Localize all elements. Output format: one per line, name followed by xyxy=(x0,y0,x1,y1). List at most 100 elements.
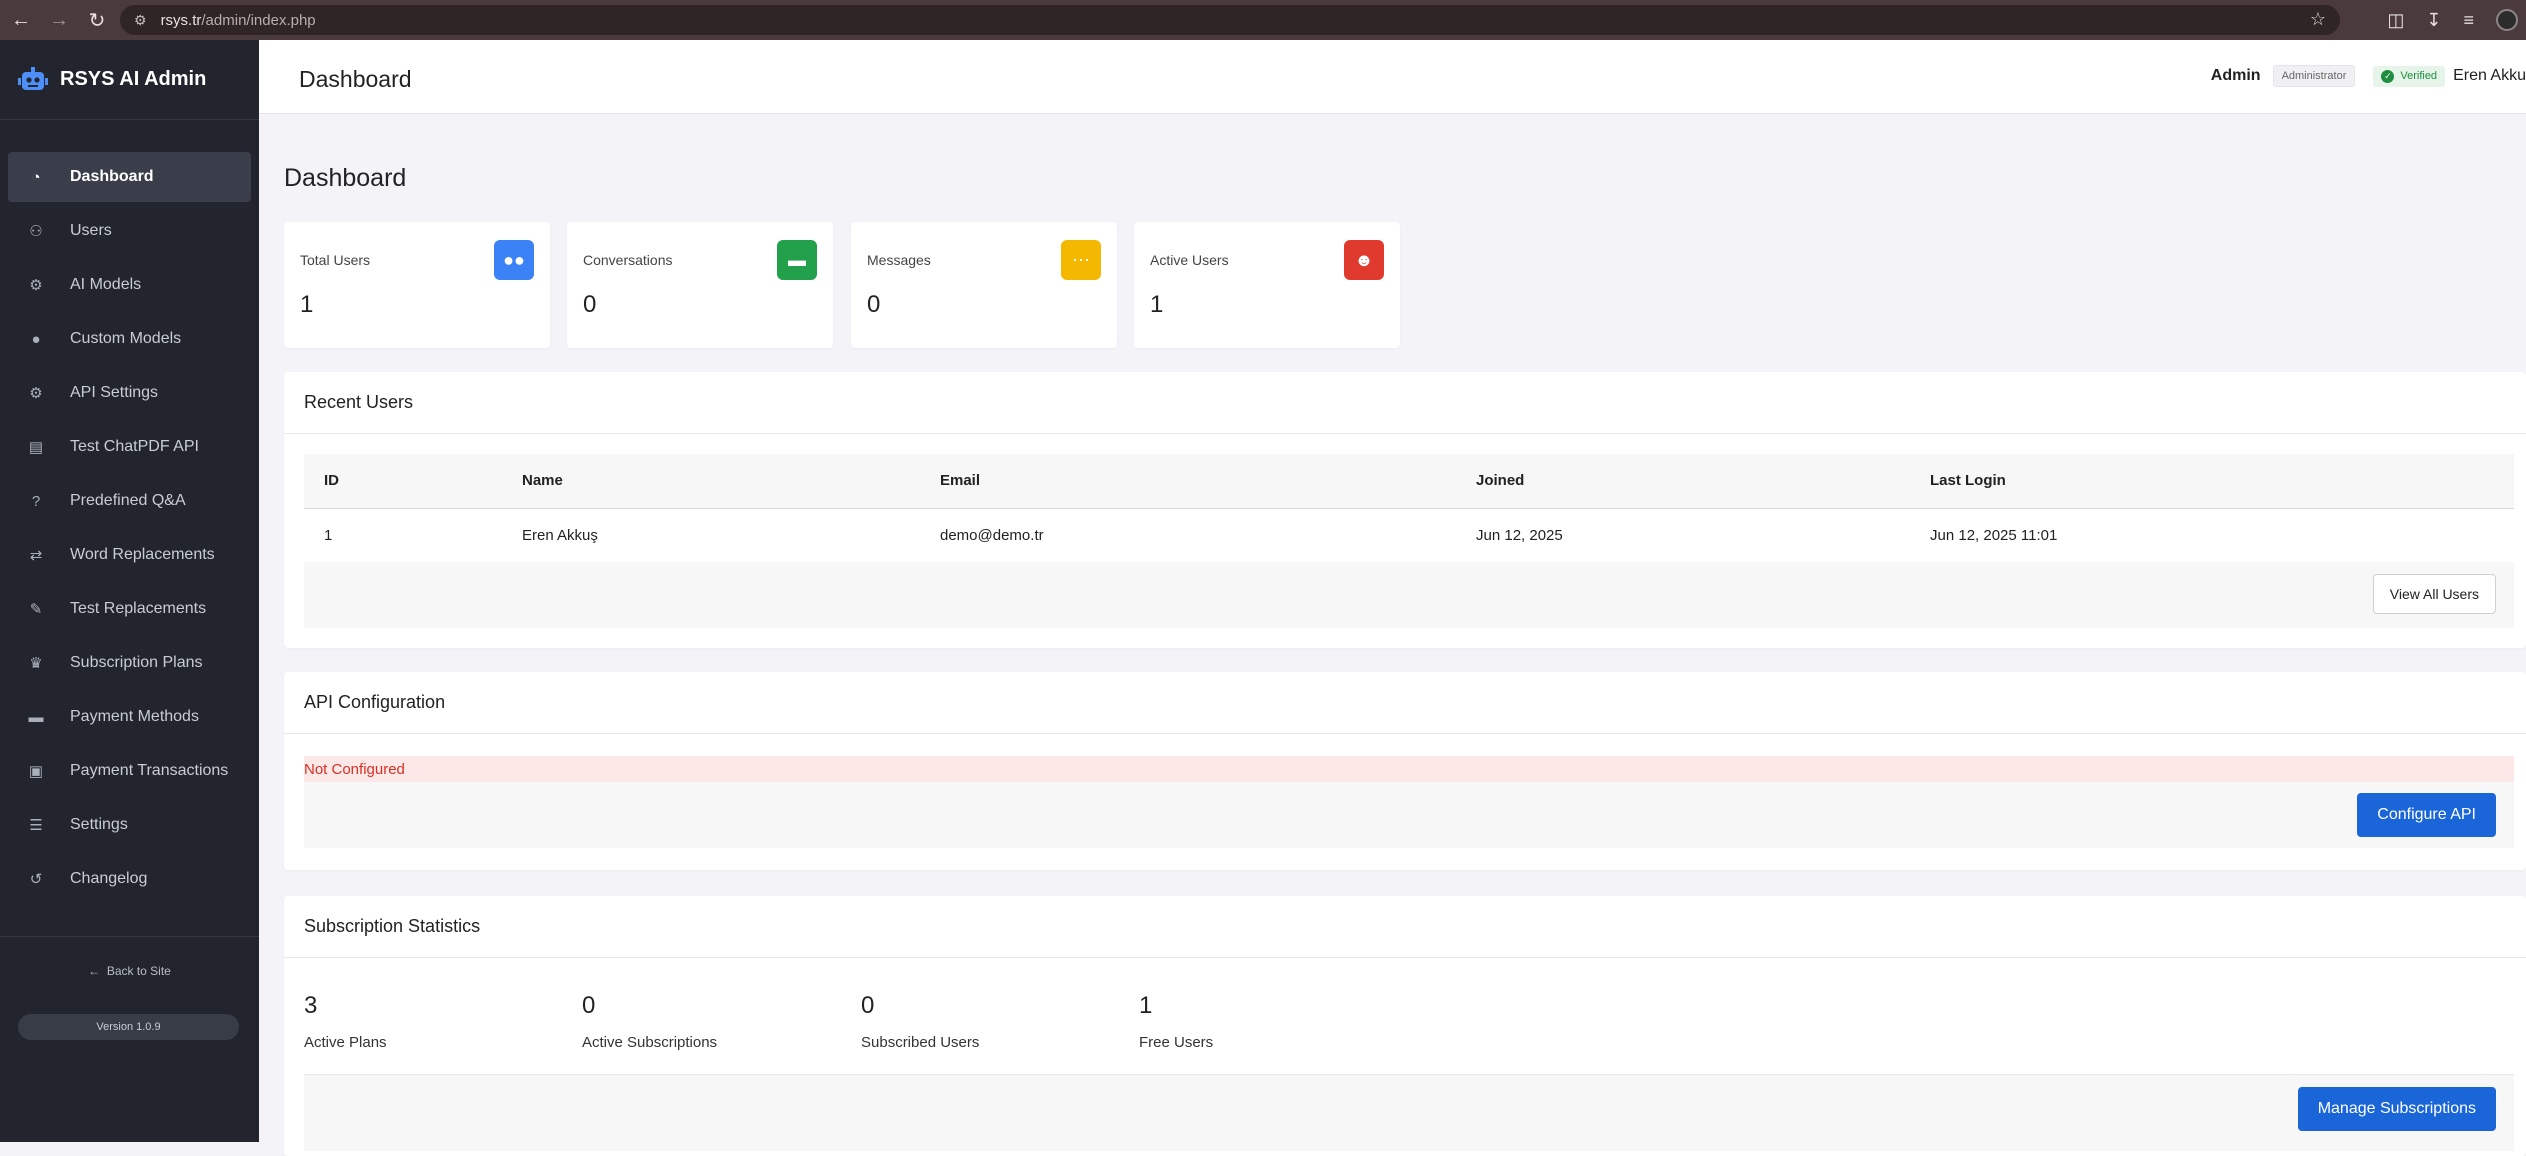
extensions-icon[interactable]: ◫ xyxy=(2387,10,2404,31)
stat-label: Total Users xyxy=(300,252,371,268)
configure-api-button[interactable]: Configure API xyxy=(2357,793,2496,837)
sub-stat-value: 0 xyxy=(861,992,875,1019)
bookmark-star-icon[interactable]: ☆ xyxy=(2310,9,2326,30)
verified-badge: ✓ Verified xyxy=(2373,65,2446,87)
address-bar[interactable]: ⚙ rsys.tr/admin/index.php ☆ xyxy=(120,5,2340,35)
sidebar-item-label: Changelog xyxy=(70,870,148,887)
api-configuration-panel: API Configuration Not Configured Configu… xyxy=(284,672,2526,870)
sidebar-item-custom-models[interactable]: ● Custom Models xyxy=(8,314,251,364)
sidebar-item-changelog[interactable]: ↺ Changelog xyxy=(8,854,251,904)
reading-list-icon[interactable]: ≡ xyxy=(2463,10,2474,31)
sidebar-item-dashboard[interactable]: ◔ Dashboard xyxy=(8,152,251,202)
url-text: rsys.tr/admin/index.php xyxy=(160,11,316,29)
stat-value: 1 xyxy=(1150,291,1164,318)
sub-stat-subscribed-users: 0 Subscribed Users xyxy=(861,992,979,1051)
stat-label: Conversations xyxy=(583,252,673,268)
api-status-alert: Not Configured xyxy=(304,756,2514,782)
profile-avatar[interactable] xyxy=(2496,9,2518,31)
sidebar-item-users[interactable]: ⚇ Users xyxy=(8,206,251,256)
pencil-icon: ✎ xyxy=(29,601,43,618)
sliders-icon: ☰ xyxy=(29,817,43,834)
version-badge: Version 1.0.9 xyxy=(18,1014,239,1040)
sub-stat-label: Active Subscriptions xyxy=(582,1034,718,1051)
sidebar-item-label: API Settings xyxy=(70,384,159,401)
sidebar-item-payment-methods[interactable]: ▬ Payment Methods xyxy=(8,692,251,742)
table-cell: Eren Akkuş xyxy=(502,508,920,563)
sub-stat-value: 1 xyxy=(1139,992,1153,1019)
stat-card-total-users: Total Users 1 ●● xyxy=(284,222,550,348)
sidebar-item-label: Test ChatPDF API xyxy=(70,438,199,455)
credit-card-icon: ▬ xyxy=(28,708,44,726)
sidebar-item-settings[interactable]: ☰ Settings xyxy=(8,800,251,850)
stat-value: 1 xyxy=(300,291,314,318)
sidebar-item-test-replacements[interactable]: ✎ Test Replacements xyxy=(8,584,251,634)
brand-title: RSYS AI Admin xyxy=(60,68,207,90)
forward-arrow-icon[interactable]: → xyxy=(42,3,76,37)
verified-label: Verified xyxy=(2400,70,2438,82)
sidebar-item-label: Word Replacements xyxy=(70,546,215,563)
reload-icon[interactable]: ↻ xyxy=(80,3,114,37)
sidebar-item-label: Settings xyxy=(70,816,128,833)
panel-title: API Configuration xyxy=(304,692,446,712)
sub-stat-label: Free Users xyxy=(1139,1034,1214,1051)
table-header-row: ID Name Email Joined Last Login xyxy=(304,454,2514,509)
sub-stat-label: Subscribed Users xyxy=(861,1034,980,1051)
sidebar-item-ai-models[interactable]: ⚙ AI Models xyxy=(8,260,251,310)
stat-card-active-users: Active Users 1 ☻ xyxy=(1134,222,1400,348)
sidebar-item-subscription-plans[interactable]: ♛ Subscription Plans xyxy=(8,638,251,688)
sub-stat-value: 3 xyxy=(304,992,318,1019)
column-header: ID xyxy=(304,454,502,509)
brand[interactable]: RSYS AI Admin xyxy=(0,40,259,120)
role-badge: Administrator xyxy=(2272,65,2356,87)
table-row[interactable]: 1 Eren Akkuş demo@demo.tr Jun 12, 2025 J… xyxy=(304,508,2514,563)
sidebar-item-payment-transactions[interactable]: ▣ Payment Transactions xyxy=(8,746,251,796)
comment-dots-icon: ⋯ xyxy=(1061,240,1101,280)
stat-card-conversations: Conversations 0 ▬ xyxy=(567,222,833,348)
stat-card-messages: Messages 0 ⋯ xyxy=(851,222,1117,348)
robot-icon xyxy=(18,66,48,90)
site-info-icon[interactable]: ⚙ xyxy=(134,12,147,29)
back-arrow-icon[interactable]: ← xyxy=(4,3,38,37)
sidebar-nav: ◔ Dashboard ⚇ Users ⚙ AI Models ● Custom Models… xyxy=(0,120,259,904)
sidebar-item-label: Test Replacements xyxy=(70,600,207,617)
column-header: Joined xyxy=(1456,454,1910,509)
sub-stat-free-users: 1 Free Users xyxy=(1139,992,1213,1051)
gauge-icon: ◔ xyxy=(31,168,41,186)
sidebar: RSYS AI Admin ◔ Dashboard ⚇ Users ⚙ AI Models… xyxy=(0,40,259,1142)
money-transfer-icon: ▣ xyxy=(28,763,44,780)
history-icon: ↺ xyxy=(29,871,43,888)
sub-stat-active-plans: 3 Active Plans xyxy=(304,992,387,1051)
subscription-statistics-panel: Subscription Statistics 3 Active Plans 0… xyxy=(284,896,2526,1156)
top-header: Dashboard Admin Administrator ✓ Verified … xyxy=(259,40,2526,114)
download-icon[interactable]: ↧ xyxy=(2426,10,2441,31)
stat-label: Active Users xyxy=(1150,252,1229,268)
question-circle-icon: ? xyxy=(31,492,41,510)
file-pdf-icon: ▤ xyxy=(28,439,44,456)
back-to-site-link[interactable]: ← Back to Site xyxy=(0,964,259,978)
robot-icon: ⚙ xyxy=(29,277,43,294)
sidebar-item-label: Payment Methods xyxy=(70,708,199,725)
recent-users-panel: Recent Users ID Name Email Joined Last L… xyxy=(284,372,2526,648)
manage-subscriptions-button[interactable]: Manage Subscriptions xyxy=(2297,1087,2496,1131)
check-icon: ✓ xyxy=(2381,69,2395,83)
view-all-users-button[interactable]: View All Users xyxy=(2372,574,2496,614)
column-header: Name xyxy=(502,454,920,509)
cogs-icon: ⚙ xyxy=(29,385,43,402)
sidebar-item-predefined-q-a[interactable]: ? Predefined Q&A xyxy=(8,476,251,526)
sidebar-item-api-settings[interactable]: ⚙ API Settings xyxy=(8,368,251,418)
table-cell: Jun 12, 2025 xyxy=(1456,508,1910,563)
sidebar-item-label: Payment Transactions xyxy=(70,762,229,779)
exchange-icon: ⇄ xyxy=(29,547,43,564)
sub-stat-active-subscriptions: 0 Active Subscriptions xyxy=(582,992,717,1051)
header-title: Dashboard xyxy=(299,66,412,92)
table-cell: 1 xyxy=(304,508,502,563)
sidebar-item-label: Predefined Q&A xyxy=(70,492,186,509)
sidebar-item-test-chatpdf-api[interactable]: ▤ Test ChatPDF API xyxy=(8,422,251,472)
main-content: Dashboard Total Users 1 ●● Conversations… xyxy=(259,114,2526,1156)
user-check-icon: ☻ xyxy=(1344,240,1384,280)
sidebar-item-word-replacements[interactable]: ⇄ Word Replacements xyxy=(8,530,251,580)
table-cell: Jun 12, 2025 11:01 xyxy=(1910,508,2514,563)
account-name[interactable]: Eren Akku xyxy=(2453,67,2526,85)
user-area: Admin Administrator ✓ Verified Eren Akku xyxy=(2211,65,2526,87)
users-icon: ⚇ xyxy=(29,223,43,240)
